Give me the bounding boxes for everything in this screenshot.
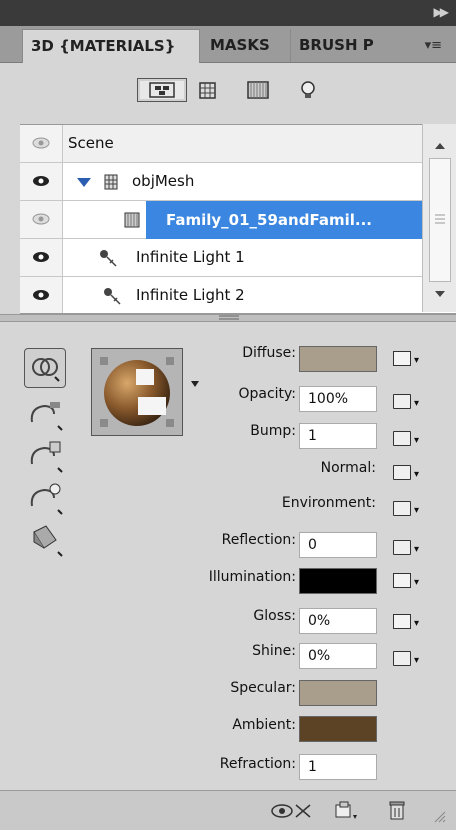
- scroll-down-icon[interactable]: [434, 290, 446, 298]
- light-row-label: Infinite Light 1: [136, 248, 245, 266]
- visibility-toggle[interactable]: [20, 163, 63, 200]
- scroll-up-icon[interactable]: [434, 142, 446, 150]
- scene-tree: Scene objMesh Family_01_59andFamil... In…: [20, 124, 456, 314]
- panel-menu-icon[interactable]: ▾≡: [425, 38, 442, 53]
- refraction-label: Refraction:: [219, 756, 296, 772]
- material-row-label: Family_01_59andFamil...: [166, 211, 372, 229]
- visibility-toggle[interactable]: [20, 277, 63, 313]
- texture-menu-arrow-icon[interactable]: ▾: [414, 655, 419, 666]
- environment-folder-icon[interactable]: [393, 501, 411, 516]
- light-row-label: Infinite Light 2: [136, 286, 245, 304]
- ambient-label: Ambient:: [232, 717, 296, 733]
- infinite-light-icon: [104, 288, 121, 305]
- eye-icon: [33, 252, 49, 262]
- scroll-thumb[interactable]: [429, 158, 451, 282]
- material-preview-thumbnail[interactable]: [91, 348, 183, 436]
- specular-label: Specular:: [230, 680, 296, 696]
- diffuse-color-swatch[interactable]: [299, 346, 377, 372]
- opacity-field[interactable]: 100%: [299, 386, 377, 412]
- tab-masks[interactable]: MASKS: [202, 29, 288, 62]
- material-icon: [124, 212, 140, 228]
- texture-menu-arrow-icon[interactable]: ▾: [414, 435, 419, 446]
- infinite-light-icon: [100, 250, 117, 267]
- normal-folder-icon[interactable]: [393, 465, 411, 480]
- light-row[interactable]: Infinite Light 2: [20, 277, 435, 315]
- tab-brush-presets[interactable]: BRUSH P: [290, 29, 380, 62]
- rotate-object-tool[interactable]: [24, 348, 66, 388]
- tab-3d-materials[interactable]: 3D {MATERIALS}: [22, 29, 200, 63]
- opacity-folder-icon[interactable]: [393, 394, 411, 409]
- delete-icon[interactable]: [388, 799, 406, 821]
- mesh-icon: [104, 174, 118, 190]
- texture-menu-arrow-icon[interactable]: ▾: [414, 577, 419, 588]
- shine-label: Shine:: [252, 643, 296, 659]
- eye-icon: [32, 213, 50, 225]
- illumination-color-swatch[interactable]: [299, 568, 377, 594]
- bump-field[interactable]: 1: [299, 423, 377, 449]
- scene-row-label: Scene: [68, 134, 114, 152]
- texture-menu-arrow-icon[interactable]: ▾: [414, 398, 419, 409]
- refraction-field[interactable]: 1: [299, 754, 377, 780]
- texture-menu-arrow-icon[interactable]: ▾: [414, 618, 419, 629]
- pane-splitter[interactable]: [0, 314, 456, 322]
- bump-folder-icon[interactable]: [393, 431, 411, 446]
- material-drop-tool[interactable]: [24, 394, 64, 432]
- scene-filter-icon[interactable]: [137, 78, 187, 102]
- light-row[interactable]: Infinite Light 1: [20, 239, 435, 277]
- bump-label: Bump:: [250, 423, 296, 439]
- shine-folder-icon[interactable]: [393, 651, 411, 666]
- material-filter-icon[interactable]: [245, 78, 271, 102]
- specular-color-swatch[interactable]: [299, 680, 377, 706]
- shine-field[interactable]: 0%: [299, 643, 377, 669]
- environment-label: Environment:: [281, 495, 376, 511]
- resize-grip-icon[interactable]: [432, 809, 446, 823]
- toggle-overlays-icon[interactable]: [270, 801, 314, 821]
- texture-menu-arrow-icon[interactable]: ▾: [414, 469, 419, 480]
- new-light-icon[interactable]: [334, 801, 358, 821]
- eye-icon: [33, 176, 49, 186]
- eye-icon: [32, 137, 50, 149]
- collapse-panel-icon[interactable]: ▶▶: [434, 5, 450, 19]
- reflection-field[interactable]: 0: [299, 532, 377, 558]
- eye-icon: [33, 290, 49, 300]
- ambient-color-swatch[interactable]: [299, 716, 377, 742]
- gloss-texture-icon[interactable]: [393, 614, 411, 629]
- light-drop-tool[interactable]: [24, 478, 64, 516]
- panel-title-bar: [0, 0, 456, 27]
- mesh-drop-tool[interactable]: [24, 436, 64, 474]
- gloss-label: Gloss:: [253, 608, 296, 624]
- reflection-folder-icon[interactable]: [393, 540, 411, 555]
- splitter-grip-icon: [219, 315, 239, 320]
- material-bucket-tool[interactable]: [24, 520, 64, 558]
- visibility-toggle[interactable]: [20, 201, 63, 238]
- diffuse-texture-icon[interactable]: [393, 351, 411, 366]
- opacity-label: Opacity:: [238, 386, 296, 402]
- illumination-label: Illumination:: [208, 569, 296, 585]
- mesh-row-label: objMesh: [132, 172, 195, 190]
- texture-menu-arrow-icon[interactable]: ▾: [414, 505, 419, 516]
- expand-triangle-icon[interactable]: [76, 177, 92, 188]
- scene-row[interactable]: Scene: [20, 125, 435, 163]
- grip-icon: [435, 214, 445, 224]
- visibility-toggle[interactable]: [20, 125, 63, 162]
- gloss-field[interactable]: 0%: [299, 608, 377, 634]
- mesh-row[interactable]: objMesh: [20, 163, 435, 201]
- scene-scrollbar[interactable]: [422, 124, 456, 312]
- mesh-filter-icon[interactable]: [197, 78, 219, 102]
- texture-menu-arrow-icon[interactable]: ▾: [414, 544, 419, 555]
- illumination-texture-icon[interactable]: [393, 573, 411, 588]
- texture-menu-arrow-icon[interactable]: ▾: [414, 355, 419, 366]
- light-filter-icon[interactable]: [297, 78, 319, 102]
- panel-bottom-bar: [0, 790, 456, 830]
- preview-dropdown-icon[interactable]: [190, 380, 200, 388]
- visibility-toggle[interactable]: [20, 239, 63, 276]
- diffuse-label: Diffuse:: [242, 345, 296, 361]
- normal-label: Normal:: [320, 460, 376, 476]
- reflection-label: Reflection:: [221, 532, 296, 548]
